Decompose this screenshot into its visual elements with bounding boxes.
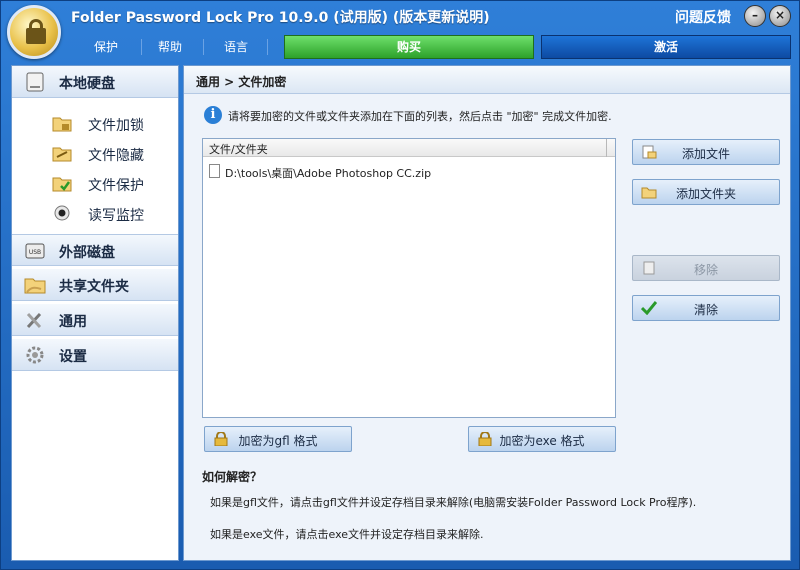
sidebar-item-file-hide[interactable]: 文件隐藏: [52, 140, 172, 166]
button-label: 加密为exe 格式: [499, 434, 585, 448]
svg-text:USB: USB: [29, 249, 41, 256]
column-divider: [606, 139, 607, 157]
info-icon: i: [204, 106, 222, 124]
sidebar-item-label: 设置: [59, 349, 87, 365]
sidebar-item-local-disk[interactable]: 本地硬盘: [12, 66, 178, 98]
menu-help[interactable]: 帮助: [145, 35, 195, 59]
menu-protect[interactable]: 保护: [81, 35, 131, 59]
sidebar-item-file-protect[interactable]: 文件保护: [52, 170, 172, 196]
add-folder-button[interactable]: 添加文件夹: [632, 179, 780, 205]
menu-bar: 保护 帮助 语言: [61, 35, 281, 59]
file-path: D:\tools\桌面\Adobe Photoshop CC.zip: [225, 167, 432, 180]
menu-divider: [141, 39, 142, 55]
minimize-button[interactable]: –: [744, 5, 766, 27]
gear-icon: [26, 346, 44, 364]
file-list[interactable]: 文件/文件夹 D:\tools\桌面\Adobe Photoshop CC.zi…: [202, 138, 616, 418]
usb-drive-icon: USB: [25, 243, 45, 259]
buy-button[interactable]: 购买: [284, 35, 534, 59]
sidebar-item-settings[interactable]: 设置: [12, 339, 178, 371]
sidebar-item-label: 本地硬盘: [59, 76, 115, 92]
file-icon: [209, 164, 220, 178]
button-label: 加密为gfl 格式: [238, 434, 318, 448]
sidebar-item-label: 文件加锁: [88, 118, 144, 134]
add-file-button[interactable]: 添加文件: [632, 139, 780, 165]
tools-icon: [26, 312, 42, 329]
app-window: Folder Password Lock Pro 10.9.0 (试用版) (版…: [0, 0, 800, 570]
remove-button[interactable]: 移除: [632, 255, 780, 281]
button-label: 清除: [693, 303, 718, 317]
breadcrumb: 通用 > 文件加密: [184, 66, 790, 94]
sidebar-item-label: 读写监控: [88, 208, 144, 224]
howto-title: 如何解密？: [202, 470, 263, 484]
main-panel: 通用 > 文件加密 i 请将要加密的文件或文件夹添加在下面的列表，然后点击 "加…: [183, 65, 791, 561]
menu-divider: [267, 39, 268, 55]
sidebar-item-shared-folder[interactable]: 共享文件夹: [12, 269, 178, 301]
sidebar-item-label: 文件隐藏: [88, 148, 144, 164]
hard-drive-icon: [26, 72, 44, 92]
lock-folder-icon: [52, 117, 72, 132]
file-list-header[interactable]: 文件/文件夹: [203, 139, 615, 157]
monitor-icon: [54, 205, 70, 221]
close-button[interactable]: ×: [769, 5, 791, 27]
sidebar-item-external-disk[interactable]: USB 外部磁盘: [12, 234, 178, 266]
sidebar-item-general[interactable]: 通用: [12, 304, 178, 336]
breadcrumb-text: 通用 > 文件加密: [196, 75, 287, 89]
menu-divider: [203, 39, 204, 55]
button-label: 添加文件夹: [675, 187, 736, 201]
column-header-file: 文件/文件夹: [209, 143, 268, 156]
button-label: 添加文件: [681, 147, 730, 161]
menu-language[interactable]: 语言: [211, 35, 261, 59]
feedback-link[interactable]: 问题反馈: [675, 7, 731, 27]
sidebar-item-label: 通用: [59, 314, 87, 330]
sidebar-item-label: 外部磁盘: [59, 245, 115, 261]
sidebar-item-label: 文件保护: [88, 178, 144, 194]
app-logo-icon: [7, 5, 61, 59]
howto-gfl-text: 如果是gfl文件，请点击gfl文件并设定存档目录来解除(电脑需安装Folder …: [210, 496, 697, 509]
encrypt-gfl-button[interactable]: 加密为gfl 格式: [204, 426, 352, 452]
sidebar-item-file-lock[interactable]: 文件加锁: [52, 110, 172, 136]
activate-button[interactable]: 激活: [541, 35, 791, 59]
instruction-text: 请将要加密的文件或文件夹添加在下面的列表，然后点击 "加密" 完成文件加密.: [228, 110, 612, 123]
window-title: Folder Password Lock Pro 10.9.0 (试用版) (版…: [71, 10, 490, 26]
sidebar: 本地硬盘 文件加锁 文件隐藏 文件保护 读写监控 USB 外部磁盘 共享文件夹: [11, 65, 179, 561]
shared-folder-icon: [24, 278, 46, 294]
howto-exe-text: 如果是exe文件，请点击exe文件并设定存档目录来解除.: [210, 528, 484, 541]
clear-button[interactable]: 清除: [632, 295, 780, 321]
button-label: 移除: [693, 263, 718, 277]
protect-folder-icon: [52, 177, 72, 192]
list-item[interactable]: D:\tools\桌面\Adobe Photoshop CC.zip: [207, 163, 607, 181]
hide-folder-icon: [52, 147, 72, 162]
encrypt-exe-button[interactable]: 加密为exe 格式: [468, 426, 616, 452]
sidebar-item-label: 共享文件夹: [59, 279, 129, 295]
sidebar-item-rw-monitor[interactable]: 读写监控: [52, 200, 172, 226]
